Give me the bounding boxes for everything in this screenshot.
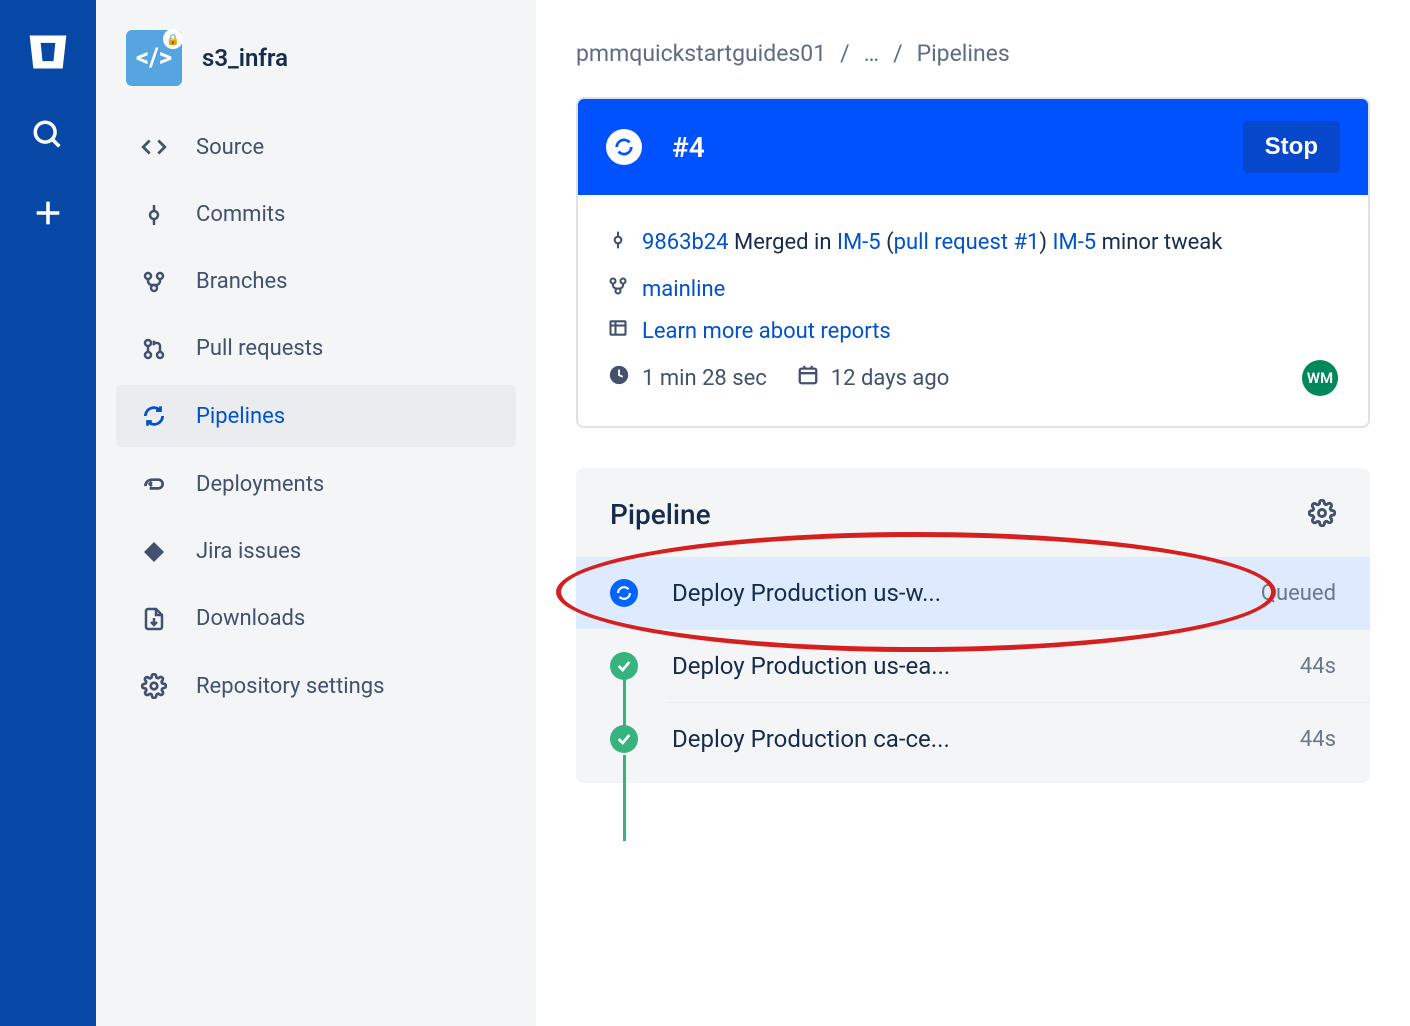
commit-text-part: ( bbox=[881, 230, 894, 255]
repo-icon-text: </> bbox=[136, 43, 172, 73]
branches-icon bbox=[140, 270, 168, 294]
sidebar-nav: Source Commits Branches Pull requests Pi… bbox=[116, 116, 516, 717]
branch-line: mainline bbox=[608, 268, 1338, 310]
deployments-icon bbox=[140, 471, 168, 497]
downloads-icon bbox=[140, 607, 168, 631]
search-icon[interactable] bbox=[31, 118, 65, 156]
sidebar-item-label: Pipelines bbox=[196, 404, 285, 429]
sidebar-item-source[interactable]: Source bbox=[116, 116, 516, 178]
clock-icon bbox=[608, 364, 630, 392]
commit-text-part: Merged in bbox=[734, 230, 837, 255]
source-icon bbox=[140, 134, 168, 160]
step-row[interactable]: Deploy Production us-w... Queued bbox=[576, 557, 1370, 629]
breadcrumb-mid[interactable]: … bbox=[864, 40, 879, 67]
pipeline-number: #4 bbox=[672, 131, 705, 164]
sidebar: </> 🔒 s3_infra Source Commits Branches P… bbox=[96, 0, 536, 1026]
step-success-icon bbox=[610, 725, 638, 753]
branch-link[interactable]: mainline bbox=[642, 277, 725, 302]
commit-text-part: ) bbox=[1039, 230, 1052, 255]
pipelines-icon bbox=[140, 403, 168, 429]
step-status: Queued bbox=[1261, 581, 1336, 606]
pipeline-body: 9863b24 Merged in IM-5 (pull request #1)… bbox=[578, 195, 1368, 426]
lock-icon: 🔒 bbox=[163, 29, 183, 49]
pipeline-steps-header: Pipeline bbox=[576, 484, 1370, 557]
step-name: Deploy Production us-w... bbox=[672, 579, 1227, 607]
sidebar-item-label: Downloads bbox=[196, 606, 305, 631]
commit-text-part: minor tweak bbox=[1096, 230, 1222, 255]
sidebar-item-commits[interactable]: Commits bbox=[116, 184, 516, 245]
avatar[interactable]: WM bbox=[1302, 360, 1338, 396]
repo-icon: </> 🔒 bbox=[126, 30, 182, 86]
commit-issue-link[interactable]: IM-5 bbox=[1053, 230, 1097, 255]
commit-line: 9863b24 Merged in IM-5 (pull request #1)… bbox=[608, 217, 1338, 268]
jira-icon bbox=[140, 540, 168, 564]
sidebar-item-downloads[interactable]: Downloads bbox=[116, 588, 516, 649]
step-success-icon bbox=[610, 652, 638, 680]
global-nav bbox=[0, 0, 96, 1026]
sidebar-item-branches[interactable]: Branches bbox=[116, 251, 516, 312]
commit-icon bbox=[608, 230, 628, 256]
main-content: pmmquickstartguides01 / … / Pipelines #4… bbox=[536, 0, 1410, 1026]
pull-requests-icon bbox=[140, 337, 168, 361]
pipeline-steps: Pipeline Deploy Production us-w... Queue… bbox=[576, 468, 1370, 783]
sidebar-item-pull-requests[interactable]: Pull requests bbox=[116, 318, 516, 379]
duration: 1 min 28 sec bbox=[608, 364, 767, 392]
sidebar-item-label: Branches bbox=[196, 269, 288, 294]
pipeline-steps-title: Pipeline bbox=[610, 498, 711, 531]
reports-icon bbox=[608, 318, 628, 344]
calendar-icon bbox=[797, 364, 819, 392]
sidebar-item-label: Pull requests bbox=[196, 336, 323, 361]
breadcrumb-leaf[interactable]: Pipelines bbox=[917, 40, 1010, 67]
commit-hash-link[interactable]: 9863b24 bbox=[642, 230, 729, 255]
step-row[interactable]: Deploy Production ca-ce... 44s bbox=[666, 702, 1370, 775]
sidebar-item-deployments[interactable]: Deployments bbox=[116, 453, 516, 515]
step-connector bbox=[623, 755, 626, 841]
repo-name: s3_infra bbox=[202, 44, 288, 72]
age: 12 days ago bbox=[797, 364, 950, 392]
sidebar-item-label: Repository settings bbox=[196, 674, 385, 699]
commit-pr-link[interactable]: pull request #1 bbox=[894, 230, 1040, 255]
plus-icon[interactable] bbox=[31, 196, 65, 234]
branch-icon bbox=[608, 276, 628, 302]
settings-icon bbox=[140, 673, 168, 699]
breadcrumb-sep: / bbox=[840, 40, 850, 67]
stop-button[interactable]: Stop bbox=[1243, 121, 1340, 173]
commit-text: 9863b24 Merged in IM-5 (pull request #1)… bbox=[642, 225, 1338, 260]
pipeline-card: #4 Stop 9863b24 Merged in IM-5 (pull req… bbox=[576, 97, 1370, 428]
reports-line: Learn more about reports bbox=[608, 310, 1338, 352]
sidebar-item-label: Deployments bbox=[196, 472, 324, 497]
step-status: 44s bbox=[1300, 727, 1336, 752]
duration-text: 1 min 28 sec bbox=[642, 366, 767, 391]
breadcrumb-sep: / bbox=[893, 40, 903, 67]
age-text: 12 days ago bbox=[831, 366, 950, 391]
breadcrumb-root[interactable]: pmmquickstartguides01 bbox=[576, 40, 826, 67]
pipeline-header: #4 Stop bbox=[578, 99, 1368, 195]
step-name: Deploy Production us-ea... bbox=[672, 652, 1266, 680]
step-name: Deploy Production ca-ce... bbox=[672, 725, 1266, 753]
sidebar-item-label: Commits bbox=[196, 202, 285, 227]
meta-line: 1 min 28 sec 12 days ago WM bbox=[608, 352, 1338, 404]
sidebar-item-settings[interactable]: Repository settings bbox=[116, 655, 516, 717]
gear-icon[interactable] bbox=[1308, 499, 1336, 531]
breadcrumb: pmmquickstartguides01 / … / Pipelines bbox=[576, 40, 1370, 67]
running-icon bbox=[606, 129, 642, 165]
commit-issue-link[interactable]: IM-5 bbox=[837, 230, 881, 255]
reports-link[interactable]: Learn more about reports bbox=[642, 319, 891, 344]
step-status: 44s bbox=[1300, 654, 1336, 679]
repo-header: </> 🔒 s3_infra bbox=[116, 30, 516, 116]
step-running-icon bbox=[610, 579, 638, 607]
bitbucket-logo-icon[interactable] bbox=[26, 30, 70, 78]
step-row[interactable]: Deploy Production us-ea... 44s bbox=[666, 629, 1370, 702]
sidebar-item-label: Source bbox=[196, 135, 264, 160]
commits-icon bbox=[140, 203, 168, 227]
sidebar-item-label: Jira issues bbox=[196, 539, 301, 564]
sidebar-item-jira[interactable]: Jira issues bbox=[116, 521, 516, 582]
sidebar-item-pipelines[interactable]: Pipelines bbox=[116, 385, 516, 447]
